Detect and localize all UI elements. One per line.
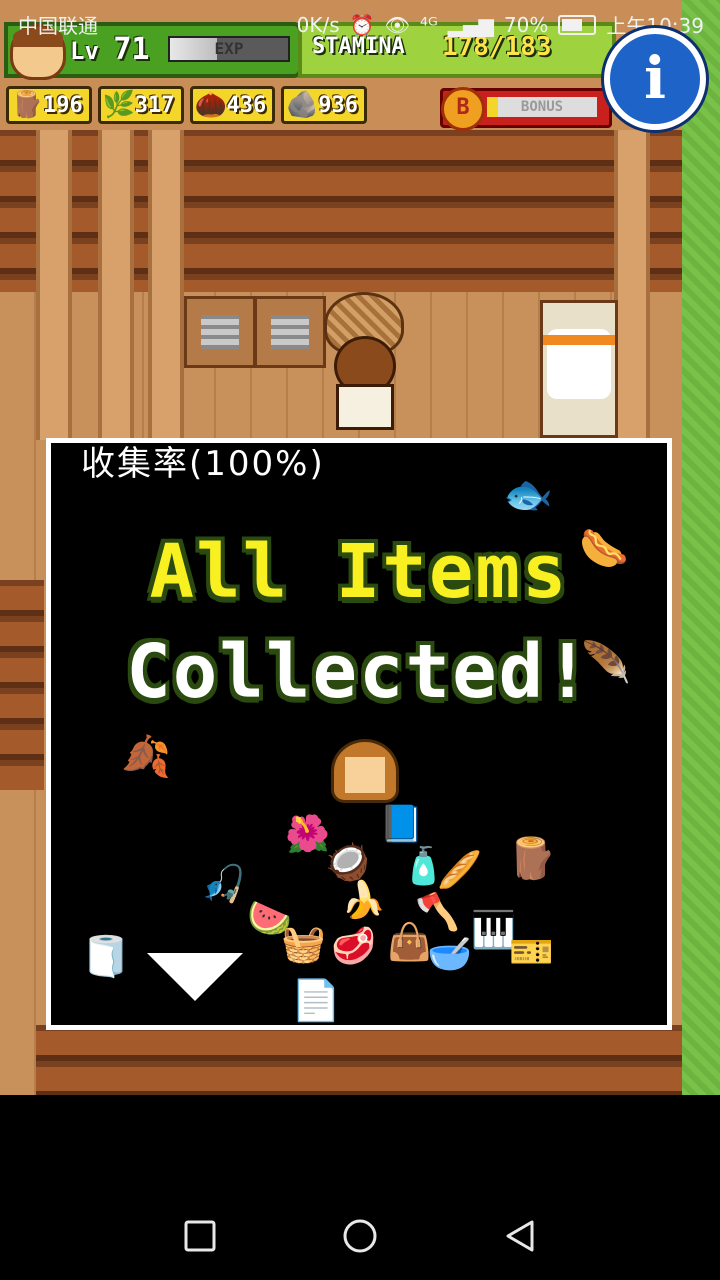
info-button[interactable]: i [604, 28, 706, 130]
android-nav-bar [0, 1190, 720, 1280]
book-icon: 📘 [379, 804, 424, 845]
resource-nut[interactable]: 🌰 436 [189, 86, 276, 124]
battery-icon [558, 14, 597, 35]
log-wall-left [0, 580, 44, 790]
battery-percent: 70% [503, 12, 549, 37]
recent-apps-icon[interactable] [180, 1216, 220, 1256]
grass-edge [682, 0, 720, 1095]
headline-line1: All Items [149, 529, 569, 615]
item-pile: 🌺 📘 🥥 🧴 🥖 🎣 🍌 🍉 🪓 🎹 🧺 🥩 👜 🥣 🎫 [201, 723, 561, 975]
storage-crate[interactable] [254, 296, 326, 368]
banana-icon: 🍌 [341, 880, 386, 921]
headline-line2: Collected! [126, 629, 592, 715]
basket-icon: 🧺 [281, 924, 326, 965]
fish-icon: 🐟 [503, 472, 553, 518]
bonus-label: BONUS [520, 99, 564, 115]
home-icon[interactable] [340, 1216, 380, 1256]
sausage-icon: 🌭 [579, 526, 629, 572]
coconut-icon: 🥥 [325, 842, 370, 883]
feather-icon: 🪶 [581, 640, 631, 686]
wood-post [36, 130, 72, 440]
collection-complete-dialog[interactable]: 收集率(100%) All Items Collected! 🐟 🌭 🪶 🍂 🪵… [46, 438, 672, 1030]
meat-icon: 🥩 [331, 926, 376, 967]
bag-icon: 👜 [387, 922, 432, 963]
storage-crate[interactable] [184, 296, 256, 368]
collection-rate-label: 收集率(100%) [81, 443, 425, 485]
eye-icon: 👁 [384, 12, 410, 37]
storage-jar[interactable] [540, 300, 618, 438]
wood-post [614, 130, 650, 440]
resource-counters: 🪵 196 🌿 317 🌰 436 🪨 936 [6, 86, 367, 124]
herb-icon: 🌿 [102, 90, 136, 120]
bowl-icon: 🥣 [427, 934, 472, 975]
nut-icon: 🌰 [194, 90, 227, 120]
resource-stone[interactable]: 🪨 936 [281, 86, 367, 124]
next-arrow-icon[interactable] [147, 953, 243, 1001]
girl-face [345, 757, 385, 793]
back-icon[interactable] [500, 1216, 540, 1256]
bonus-meter[interactable]: BONUS B [440, 87, 612, 131]
card-icon: 🎫 [509, 932, 554, 973]
signal-label: ⁴ᴳ [419, 12, 438, 37]
resource-value: 317 [134, 92, 175, 118]
carrier-name: 中国联通 [18, 14, 98, 38]
cloth-icon: 🧻 [81, 934, 131, 980]
leaf-icon: 🍂 [121, 734, 171, 780]
wood-post [98, 130, 134, 440]
signal-icon: ▂▄▆ [447, 12, 494, 37]
network-speed: 0K/s [296, 12, 340, 37]
resource-herb[interactable]: 🌿 317 [97, 86, 184, 124]
paper-icon: 📄 [291, 978, 341, 1024]
bread-icon: 🥖 [437, 850, 482, 891]
resource-branch[interactable]: 🪵 196 [6, 86, 92, 124]
branch-icon: 🪵 [11, 90, 44, 120]
player-body [336, 384, 394, 430]
system-status-bar: 中国联通 0K/s ⏰ 👁 ⁴ᴳ ▂▄▆ 70% 上午10:39 [0, 0, 720, 48]
resource-value: 196 [43, 92, 83, 118]
frame-gap [125, 1019, 259, 1025]
log-wall-bottom [36, 1025, 682, 1095]
item-mound: 🌺 📘 🥥 🧴 🥖 🎣 🍌 🍉 🪓 🎹 🧺 🥩 👜 🥣 🎫 [201, 804, 561, 975]
stone-icon: 🪨 [286, 90, 319, 120]
bonus-coin-icon: B [441, 87, 485, 131]
wood-post [148, 130, 184, 440]
flower-icon: 🌺 [285, 814, 330, 855]
alarm-icon: ⏰ [349, 12, 375, 37]
player-character [326, 336, 398, 430]
resource-value: 436 [226, 92, 267, 118]
fishing-rod-icon: 🎣 [201, 864, 246, 905]
resource-value: 936 [318, 92, 358, 118]
